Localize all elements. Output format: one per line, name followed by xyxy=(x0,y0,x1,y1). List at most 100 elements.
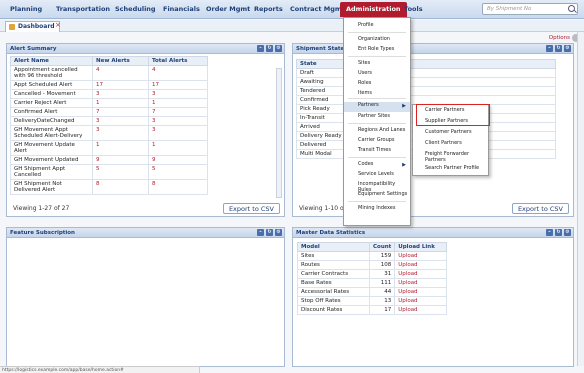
table-row[interactable]: GH Shipment Appt Cancelled 5 5 xyxy=(10,164,208,180)
table-row[interactable]: GH Movement Appt Scheduled Alert-Deliver… xyxy=(10,125,208,141)
total-alerts-cell[interactable]: 8 xyxy=(148,179,208,195)
menu-item-roles[interactable]: Roles xyxy=(344,80,410,90)
upload-link[interactable]: Upload xyxy=(394,260,447,270)
refresh-icon[interactable]: ↻ xyxy=(266,45,273,52)
table-row[interactable]: Appointment cancelled with 96 threshold 4… xyxy=(10,65,208,81)
menu-item-regions-and-lanes[interactable]: Regions And Lanes xyxy=(344,127,410,137)
new-alerts-cell[interactable]: 3 xyxy=(92,116,149,126)
new-alerts-cell[interactable]: 8 xyxy=(92,179,149,195)
menu-item-sites[interactable]: Sites xyxy=(344,60,410,70)
total-alerts-cell[interactable]: 3 xyxy=(148,125,208,141)
shipment-search-input[interactable]: By Shipment No xyxy=(482,3,578,15)
col-count[interactable]: Count xyxy=(368,242,396,252)
menu-item-incompatibility-rules[interactable]: Incompatibility Rules xyxy=(344,181,410,193)
upload-link[interactable]: Upload xyxy=(394,251,447,261)
minimize-icon[interactable]: – xyxy=(546,229,553,236)
new-alerts-cell[interactable]: 9 xyxy=(92,155,149,165)
page-scrollbar[interactable] xyxy=(577,32,584,366)
options-link[interactable]: Options xyxy=(549,35,570,41)
search-icon[interactable] xyxy=(568,5,575,12)
new-alerts-cell[interactable]: 3 xyxy=(92,89,149,99)
nav-contract-mgmt[interactable]: Contract Mgmt xyxy=(290,5,345,13)
new-alerts-cell[interactable]: 3 xyxy=(92,125,149,141)
table-row[interactable]: DeliveryDateChanged 3 3 xyxy=(10,116,208,126)
menu-item-service-levels[interactable]: Service Levels xyxy=(344,171,410,181)
menu-item-transit-times[interactable]: Transit Times xyxy=(344,147,410,157)
refresh-icon[interactable]: ↻ xyxy=(555,229,562,236)
menu-item-partners[interactable]: Partners ▶ xyxy=(344,102,410,112)
upload-link[interactable]: Upload xyxy=(394,287,447,297)
tab-dashboard[interactable]: Dashboard xyxy=(5,21,60,32)
nav-administration[interactable]: Administration xyxy=(340,2,407,17)
total-alerts-cell[interactable]: 1 xyxy=(148,98,208,108)
nav-tools[interactable]: Tools xyxy=(404,5,423,13)
new-alerts-cell[interactable]: 5 xyxy=(92,164,149,180)
nav-scheduling[interactable]: Scheduling xyxy=(115,5,156,13)
new-alerts-cell[interactable]: 17 xyxy=(92,80,149,90)
total-alerts-cell[interactable]: 9 xyxy=(148,155,208,165)
nav-reports[interactable]: Reports xyxy=(254,5,283,13)
submenu-item-search-partner-profile[interactable]: Search Partner Profile xyxy=(413,165,488,175)
export-csv-button[interactable]: Export to CSV xyxy=(222,203,280,214)
new-alerts-cell[interactable]: 1 xyxy=(92,98,149,108)
nav-order-mgmt[interactable]: Order Mgmt xyxy=(206,5,250,13)
table-row[interactable]: Confirmed Alert 7 7 xyxy=(10,107,208,117)
upload-link[interactable]: Upload xyxy=(394,269,447,279)
nav-planning[interactable]: Planning xyxy=(10,5,42,13)
submenu-item-client-partners[interactable]: Client Partners xyxy=(413,140,488,150)
close-icon[interactable]: × xyxy=(55,21,61,29)
refresh-icon[interactable]: ↻ xyxy=(266,229,273,236)
upload-link[interactable]: Upload xyxy=(394,305,447,315)
upload-link[interactable]: Upload xyxy=(394,278,447,288)
table-row[interactable]: Carrier Reject Alert 1 1 xyxy=(10,98,208,108)
table-row[interactable]: GH Movement Update Alert 1 1 xyxy=(10,140,208,156)
total-alerts-cell[interactable]: 3 xyxy=(148,89,208,99)
minimize-icon[interactable]: – xyxy=(257,45,264,52)
menu-item-items[interactable]: Items xyxy=(344,90,410,100)
total-alerts-cell[interactable]: 3 xyxy=(148,116,208,126)
settings-icon[interactable]: ⚙ xyxy=(275,45,282,52)
minimize-icon[interactable]: – xyxy=(257,229,264,236)
settings-icon[interactable]: ⚙ xyxy=(275,229,282,236)
menu-item-users[interactable]: Users xyxy=(344,70,410,80)
menu-item-mining-indexes[interactable]: Mining Indexes xyxy=(344,205,410,215)
new-alerts-cell[interactable]: 7 xyxy=(92,107,149,117)
table-row[interactable]: Draft xyxy=(296,68,556,78)
scrollbar[interactable] xyxy=(276,68,282,198)
col-state[interactable]: State xyxy=(296,59,556,69)
submenu-item-customer-partners[interactable]: Customer Partners xyxy=(413,129,488,139)
menu-item-carrier-groups[interactable]: Carrier Groups xyxy=(344,137,410,147)
table-row[interactable]: Awaiting xyxy=(296,77,556,87)
upload-link[interactable]: Upload xyxy=(394,296,447,306)
submenu-item-freight-forwarder-partners[interactable]: Freight Forwarder Partners xyxy=(413,151,488,163)
nav-transportation[interactable]: Transportation xyxy=(56,5,110,13)
total-alerts-cell[interactable]: 1 xyxy=(148,140,208,156)
col-total-alerts[interactable]: Total Alerts xyxy=(148,56,208,66)
table-row[interactable]: Tendered xyxy=(296,86,556,96)
new-alerts-cell[interactable]: 4 xyxy=(92,65,149,81)
col-upload-link[interactable]: Upload Link xyxy=(394,242,447,252)
table-row[interactable]: GH Shipment Not Delivered Alert 8 8 xyxy=(10,179,208,195)
settings-icon[interactable]: ⚙ xyxy=(564,229,571,236)
total-alerts-cell[interactable]: 7 xyxy=(148,107,208,117)
col-alert-name[interactable]: Alert Name xyxy=(10,56,93,66)
refresh-icon[interactable]: ↻ xyxy=(555,45,562,52)
col-model[interactable]: Model xyxy=(297,242,370,252)
menu-item-partner-sites[interactable]: Partner Sites xyxy=(344,113,410,123)
col-new-alerts[interactable]: New Alerts xyxy=(92,56,149,66)
menu-item-codes[interactable]: Codes ▶ xyxy=(344,161,410,171)
menu-item-profile[interactable]: Profile xyxy=(344,22,410,32)
table-row[interactable]: Cancelled - Movement 3 3 xyxy=(10,89,208,99)
menu-item-organization[interactable]: Organization xyxy=(344,36,410,46)
menu-item-equipment-settings[interactable]: Equipment Settings xyxy=(344,191,410,201)
table-row[interactable]: GH Movement Updated 9 9 xyxy=(10,155,208,165)
total-alerts-cell[interactable]: 4 xyxy=(148,65,208,81)
nav-financials[interactable]: Financials xyxy=(163,5,200,13)
menu-item-ent-role-types[interactable]: Ent Role Types xyxy=(344,46,410,56)
table-row[interactable]: Appt Scheduled Alert 17 17 xyxy=(10,80,208,90)
export-csv-button[interactable]: Export to CSV xyxy=(511,203,569,214)
settings-icon[interactable]: ⚙ xyxy=(564,45,571,52)
total-alerts-cell[interactable]: 17 xyxy=(148,80,208,90)
total-alerts-cell[interactable]: 5 xyxy=(148,164,208,180)
minimize-icon[interactable]: – xyxy=(546,45,553,52)
